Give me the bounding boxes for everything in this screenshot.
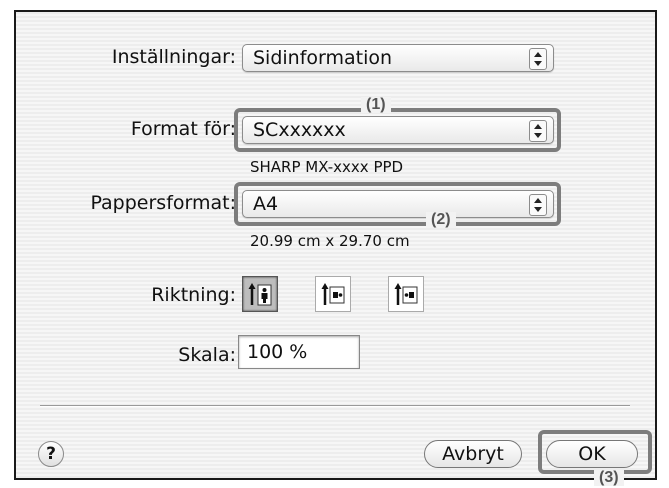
callout-label-2: (2)	[426, 212, 456, 228]
settings-label: Inställningar:	[111, 46, 236, 68]
callout-box-1	[234, 108, 561, 152]
orientation-label: Riktning:	[151, 284, 236, 306]
settings-popup[interactable]: Sidinformation	[242, 44, 554, 72]
landscape-left-icon	[321, 283, 345, 305]
paper-dimensions: 20.99 cm x 29.70 cm	[250, 232, 410, 250]
callout-label-3: (3)	[594, 470, 624, 486]
printer-description: SHARP MX-xxxx PPD	[250, 158, 404, 176]
orientation-portrait-button[interactable]	[242, 276, 278, 312]
orientation-landscape-right-button[interactable]	[388, 276, 424, 312]
help-button[interactable]: ?	[38, 441, 64, 467]
popup-arrows-icon	[529, 48, 547, 70]
page-setup-dialog: Inställningar: Sidinformation Format för…	[14, 10, 657, 486]
format-for-label: Format för:	[130, 118, 236, 140]
settings-value: Sidinformation	[253, 47, 393, 69]
scale-label: Skala:	[178, 344, 236, 366]
scale-field[interactable]: 100 %	[238, 335, 360, 369]
orientation-landscape-left-button[interactable]	[315, 276, 351, 312]
landscape-right-icon	[394, 283, 418, 305]
callout-label-1: (1)	[361, 97, 391, 113]
divider	[40, 405, 630, 407]
portrait-icon	[248, 283, 272, 306]
paper-size-label: Pappersformat:	[90, 192, 236, 214]
callout-box-3	[538, 430, 652, 474]
cancel-button[interactable]: Avbryt	[424, 440, 522, 468]
callout-box-2	[234, 182, 561, 226]
